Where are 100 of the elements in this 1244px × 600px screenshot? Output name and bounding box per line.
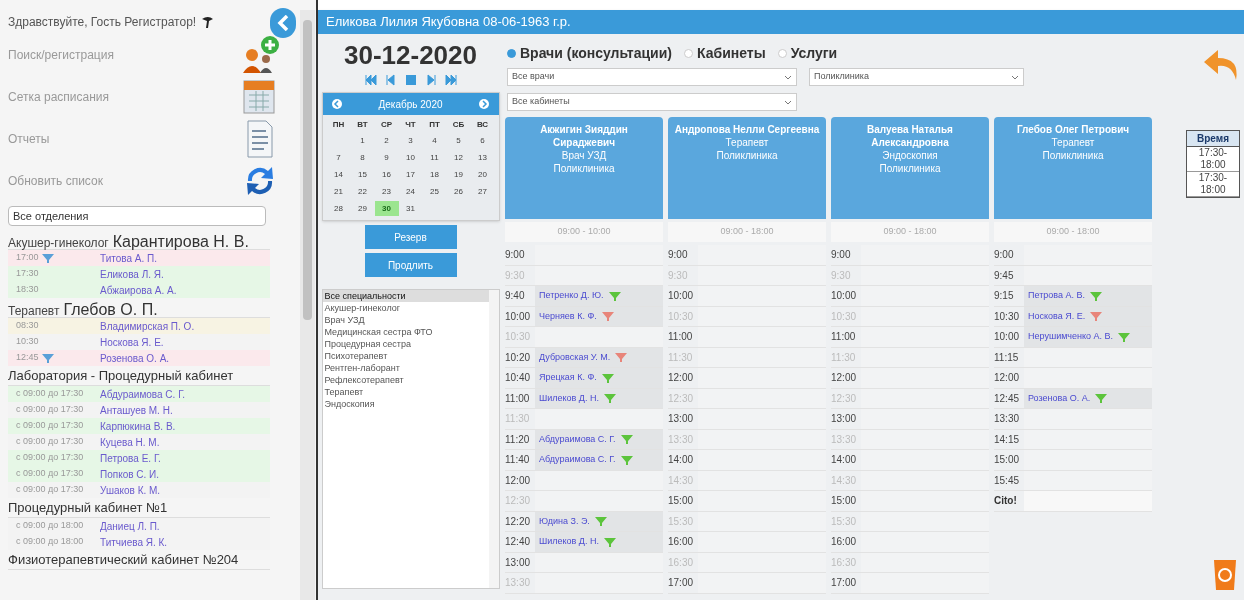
calendar-day[interactable]: 8: [350, 150, 375, 165]
trash-icon[interactable]: [1212, 558, 1238, 592]
calendar-day[interactable]: 28: [326, 201, 351, 216]
list-option[interactable]: Рентген-лаборант: [322, 362, 489, 374]
stop-icon[interactable]: [403, 74, 418, 86]
calendar-day[interactable]: 5: [446, 133, 471, 148]
calendar-day[interactable]: 11: [422, 150, 447, 165]
calendar-day[interactable]: 24: [398, 184, 423, 199]
list-option[interactable]: Акушер-гинеколог: [322, 302, 489, 314]
list-option[interactable]: Врач УЗД: [322, 314, 489, 326]
calendar-day[interactable]: 2: [374, 133, 399, 148]
scrollbar[interactable]: [300, 10, 315, 600]
radio-label[interactable]: Врачи (консультации): [520, 42, 672, 64]
appointment-row[interactable]: с 09:00 до 17:30 Попков С. И.: [8, 466, 270, 482]
patient-link[interactable]: Куцева Н. М.: [100, 434, 160, 450]
list-option[interactable]: Рефлексотерапевт: [322, 374, 489, 386]
calendar-day[interactable]: 10: [398, 150, 423, 165]
calendar-day[interactable]: 18: [422, 167, 447, 182]
list-option[interactable]: Процедурная сестра: [322, 338, 489, 350]
list-option[interactable]: Психотерапевт: [322, 350, 489, 362]
calendar-day[interactable]: 13: [470, 150, 495, 165]
next-month-icon[interactable]: [478, 98, 491, 110]
appointment-row[interactable]: с 09:00 до 17:30 Петрова Е. Г.: [8, 450, 270, 466]
calendar-day[interactable]: 27: [470, 184, 495, 199]
clinic-select[interactable]: Поликлиника: [809, 68, 1024, 86]
patient-link[interactable]: Анташуев М. Н.: [100, 402, 173, 418]
appointment-row[interactable]: с 09:00 до 17:30 Абдураимова С. Г.: [8, 386, 270, 402]
appointment-row[interactable]: 08:30 Владимирская П. О.: [8, 318, 270, 334]
calendar-day[interactable]: 3: [398, 133, 423, 148]
calendar-day[interactable]: 9: [374, 150, 399, 165]
calendar-day[interactable]: 29: [350, 201, 375, 216]
patient-link[interactable]: Даниец Л. П.: [100, 518, 160, 534]
previous-icon[interactable]: [383, 74, 398, 86]
group-heading: Процедурный кабинет №1: [8, 499, 168, 517]
doctor-name: Акжигин Зияддин Сираджевич: [539, 123, 629, 149]
patient-link[interactable]: Петрова Е. Г.: [100, 450, 161, 466]
appointment-row[interactable]: 12:45 Розенова О. А.: [8, 350, 270, 366]
time-text: 12:45: [994, 391, 1021, 406]
hours-text: 09:00 - 10:00: [557, 225, 611, 239]
calendar-day[interactable]: 22: [350, 184, 375, 199]
list-option[interactable]: Все специальности: [322, 290, 489, 302]
patient-link[interactable]: Абдураимова С. Г.: [100, 386, 186, 402]
patient-link[interactable]: Абжаирова А. А.: [100, 282, 177, 298]
calendar-day[interactable]: 7: [326, 150, 351, 165]
radio-label[interactable]: Кабинеты: [697, 42, 766, 64]
calendar-day[interactable]: 12: [446, 150, 471, 165]
radio-label[interactable]: Услуги: [790, 42, 838, 64]
calendar-day[interactable]: 20: [470, 167, 495, 182]
time-text: 13:30: [994, 412, 1021, 427]
calendar-day[interactable]: 4: [422, 133, 447, 148]
patient-link[interactable]: Носкова Я. Е.: [100, 334, 164, 350]
calendar-day[interactable]: 31: [398, 201, 423, 216]
list-option[interactable]: Терапевт: [322, 386, 489, 398]
calendar-day[interactable]: 23: [374, 184, 399, 199]
calendar-day[interactable]: 26: [446, 184, 471, 199]
calendar-day[interactable]: 30: [374, 201, 399, 216]
calendar-day[interactable]: 21: [326, 184, 351, 199]
calendar-day[interactable]: 15: [350, 167, 375, 182]
list-option[interactable]: Эндоскопия: [322, 398, 489, 410]
action-button[interactable]: Резерв: [364, 225, 457, 249]
appointment-row[interactable]: 17:00 Титова А. П.: [8, 250, 270, 266]
first-icon[interactable]: [363, 74, 378, 86]
action-button[interactable]: Продлить: [364, 253, 457, 277]
calendar-day[interactable]: 6: [470, 133, 495, 148]
radio-button[interactable]: [507, 48, 516, 58]
time-text: 10:00: [505, 309, 532, 324]
patient-link[interactable]: Попков С. И.: [100, 466, 160, 482]
specialty-text: Врач УЗД: [561, 149, 607, 162]
calendar-day[interactable]: 25: [422, 184, 447, 199]
last-icon[interactable]: [443, 74, 458, 86]
calendar-day[interactable]: 19: [446, 167, 471, 182]
department-select[interactable]: Все отделения: [8, 206, 266, 226]
specialty-text: Терапевт: [725, 136, 769, 149]
appointment-row[interactable]: с 09:00 до 17:30 Карпюкина В. В.: [8, 418, 270, 434]
room-select[interactable]: Все кабинеты: [507, 93, 797, 111]
scrollbar[interactable]: [488, 290, 499, 588]
appointment-row[interactable]: 17:30 Еликова Л. Я.: [8, 266, 270, 282]
patient-link[interactable]: Розенова О. А.: [100, 350, 170, 366]
patient-link[interactable]: Титчиева Я. К.: [100, 534, 168, 550]
radio-button[interactable]: [777, 48, 787, 58]
add-user-icon[interactable]: [240, 35, 280, 75]
patient-link[interactable]: Еликова Л. Я.: [100, 266, 164, 282]
previous-month-icon[interactable]: [330, 98, 343, 110]
calendar-day[interactable]: 1: [350, 133, 375, 148]
patient-link[interactable]: Карпюкина В. В.: [100, 418, 176, 434]
greeting-text: Здравствуйте, Гость Регистратор!: [8, 14, 197, 31]
time-text: 11:00: [505, 391, 531, 406]
specialty-list[interactable]: Все специальности Акушер-гинеколог Врач УЗД Медицинская сестра ФТО Процедурная сестра Психотерапевт Рентген-лаборант Рефлексотерапевт Терапевт Эндоскопия: [321, 289, 500, 589]
calendar-day[interactable]: 16: [374, 167, 399, 182]
calendar-day[interactable]: 17: [398, 167, 423, 182]
doctor-select[interactable]: Все врачи: [507, 68, 797, 86]
radio-button[interactable]: [684, 48, 693, 58]
patient-link[interactable]: Ушаков К. М.: [100, 482, 161, 498]
list-option[interactable]: Медицинская сестра ФТО: [322, 326, 489, 338]
calendar-day[interactable]: 14: [326, 167, 351, 182]
doctor-name: Глебов Олег Петрович: [1016, 123, 1130, 136]
patient-link[interactable]: Владимирская П. О.: [100, 318, 195, 334]
appointment-row[interactable]: 18:30 Абжаирова А. А.: [8, 282, 270, 298]
time-text: 13:00: [668, 412, 695, 427]
patient-link[interactable]: Титова А. П.: [100, 250, 158, 266]
